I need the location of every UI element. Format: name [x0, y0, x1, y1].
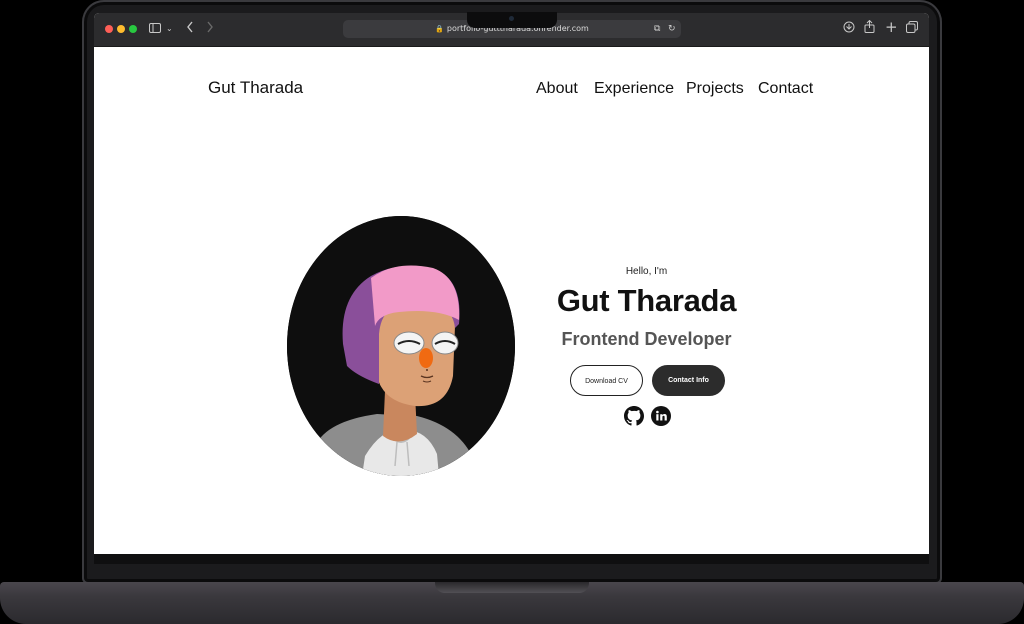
contact-info-button[interactable]: Contact Info — [652, 365, 725, 396]
nav-experience[interactable]: Experience — [594, 80, 674, 98]
hero-name: Gut Tharada — [556, 283, 737, 318]
translate-icon[interactable]: ⧉ — [654, 20, 660, 38]
camera-notch — [467, 12, 557, 28]
camera-icon — [509, 16, 514, 21]
nav-about[interactable]: About — [536, 80, 578, 98]
github-icon[interactable] — [624, 406, 644, 426]
chevron-down-icon[interactable]: ⌄ — [166, 20, 173, 38]
laptop-opening-notch — [435, 582, 589, 593]
browser-window: ⌄ 🔒 portfolio-gutttharada.onrender.com ⧉ … — [94, 13, 929, 554]
reload-icon[interactable]: ↻ — [668, 20, 676, 38]
back-icon[interactable] — [186, 20, 194, 38]
forward-icon[interactable] — [206, 20, 214, 38]
new-tab-icon[interactable]: + — [885, 18, 898, 36]
share-icon[interactable] — [864, 19, 875, 38]
screen-bezel-bottom — [94, 554, 929, 564]
download-cv-button[interactable]: Download CV — [570, 365, 643, 396]
sidebar-toggle-icon[interactable] — [149, 20, 161, 38]
minimize-window-button[interactable] — [117, 25, 125, 33]
hero-role: Frontend Developer — [561, 329, 732, 349]
nav-projects[interactable]: Projects — [686, 80, 744, 98]
zoom-window-button[interactable] — [129, 25, 137, 33]
tab-overview-icon[interactable] — [906, 20, 918, 38]
profile-avatar — [287, 216, 515, 476]
close-window-button[interactable] — [105, 25, 113, 33]
downloads-icon[interactable] — [843, 20, 855, 38]
hero-greeting: Hello, I'm — [625, 266, 668, 277]
nav-contact[interactable]: Contact — [758, 80, 813, 98]
linkedin-icon[interactable] — [651, 406, 671, 426]
lock-icon: 🔒 — [435, 25, 444, 33]
site-brand[interactable]: Gut Tharada — [208, 78, 303, 98]
